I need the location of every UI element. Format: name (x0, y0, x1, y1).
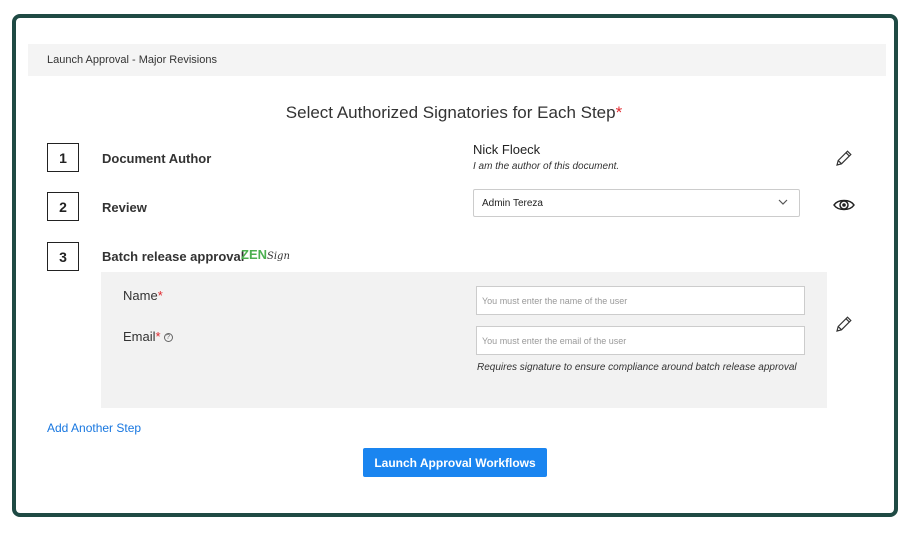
name-label-text: Name (123, 288, 158, 303)
breadcrumb: Launch Approval - Major Revisions (28, 44, 886, 76)
email-label: Email*? (123, 329, 173, 344)
zensign-logo: ZENSign (241, 247, 290, 262)
step-number-1: 1 (47, 143, 79, 172)
breadcrumb-text: Launch Approval - Major Revisions (47, 54, 217, 66)
modal-frame (12, 14, 898, 517)
email-label-text: Email (123, 329, 156, 344)
name-label: Name* (123, 288, 163, 303)
reviewer-select[interactable]: Admin Tereza (473, 189, 800, 217)
pencil-icon[interactable] (834, 314, 854, 339)
zensign-logo-sign: Sign (267, 251, 290, 262)
page-title: Select Authorized Signatories for Each S… (0, 103, 908, 123)
chevron-down-icon (777, 196, 789, 211)
eye-icon[interactable] (832, 196, 856, 219)
step-number-2: 2 (47, 192, 79, 221)
required-mark: * (615, 103, 623, 122)
step-label-document-author: Document Author (102, 151, 212, 166)
zensign-logo-zen: ZEN (241, 247, 267, 262)
compliance-note: Requires signature to ensure compliance … (477, 362, 797, 373)
pencil-icon[interactable] (834, 148, 854, 173)
page-title-text: Select Authorized Signatories for Each S… (285, 103, 616, 122)
step-label-review: Review (102, 200, 147, 215)
name-input[interactable] (476, 286, 805, 315)
help-icon[interactable]: ? (163, 333, 173, 343)
email-input[interactable] (476, 326, 805, 355)
step-label-batch-release: Batch release approval (102, 249, 245, 264)
reviewer-select-value: Admin Tereza (482, 197, 543, 209)
author-name: Nick Floeck (473, 142, 541, 157)
required-mark: * (157, 288, 163, 303)
required-mark: * (155, 329, 161, 344)
step-number-3: 3 (47, 242, 79, 271)
author-note: I am the author of this document. (473, 161, 620, 172)
add-another-step-link[interactable]: Add Another Step (47, 421, 141, 435)
launch-approval-workflows-button[interactable]: Launch Approval Workflows (363, 448, 547, 477)
